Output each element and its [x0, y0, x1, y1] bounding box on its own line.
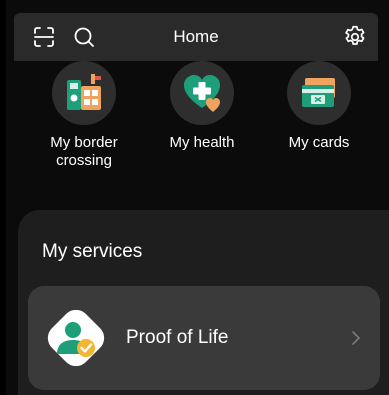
gear-icon	[345, 25, 365, 45]
quick-access-tiles: My border crossing My health My cards	[14, 61, 378, 201]
chevron-right-icon	[352, 331, 360, 345]
settings-button[interactable]	[342, 24, 368, 50]
tile-border-crossing[interactable]: My border crossing	[29, 61, 139, 181]
health-heart-icon	[184, 75, 220, 112]
tile-circle	[287, 61, 351, 125]
service-proof-of-life[interactable]: Proof of Life	[28, 286, 380, 390]
tile-cards[interactable]: My cards	[264, 61, 374, 181]
top-bar: Home	[14, 13, 378, 61]
cards-icon	[302, 78, 335, 107]
services-panel: My services Proof of Life	[18, 210, 389, 395]
border-crossing-icon	[67, 74, 101, 110]
tile-label: My border crossing	[50, 134, 118, 169]
services-title: My services	[42, 241, 143, 262]
tile-circle	[170, 61, 234, 125]
tile-circle	[52, 61, 116, 125]
tile-label: My health	[169, 134, 235, 151]
proof-of-life-icon	[47, 309, 105, 367]
page-title: Home	[173, 27, 219, 46]
tile-label: My cards	[288, 134, 350, 151]
tile-health[interactable]: My health	[147, 61, 257, 181]
service-icon-wrapper	[40, 302, 112, 374]
service-label: Proof of Life	[126, 327, 229, 348]
